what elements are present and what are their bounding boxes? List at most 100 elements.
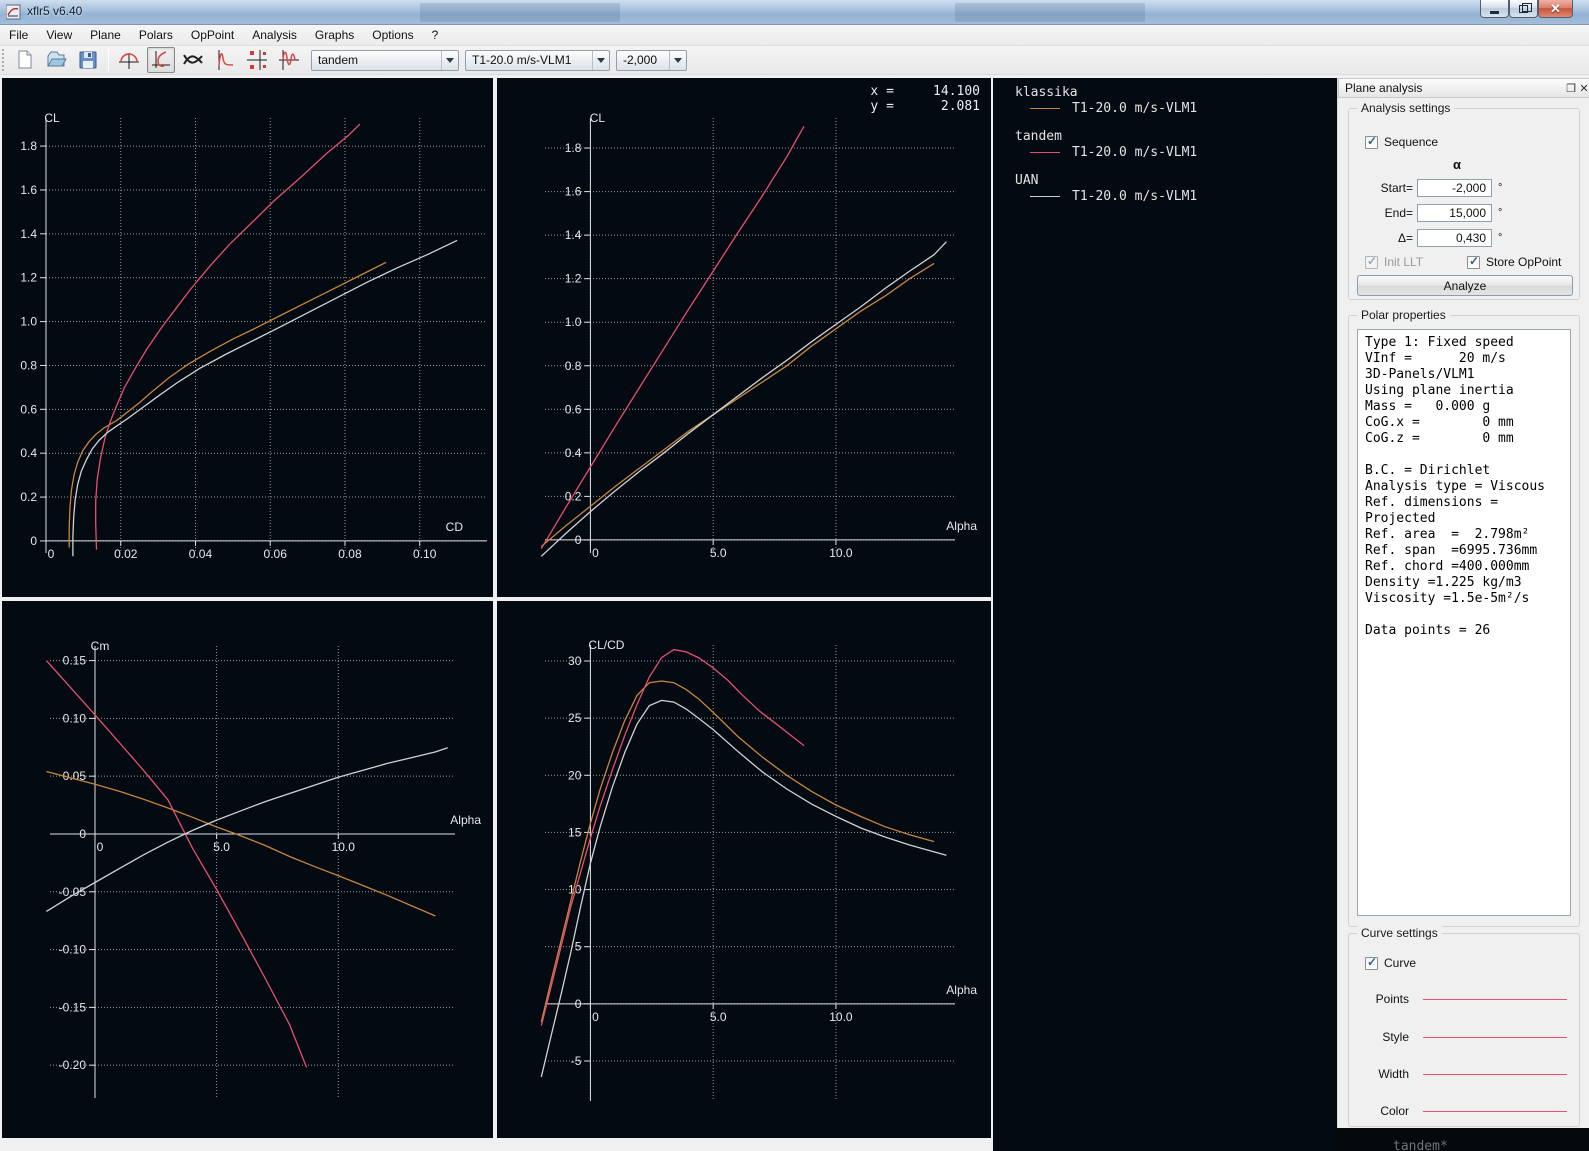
chart-canvas: 0.150.100.050-0.05-0.10-0.15-0.200 5.0 10.… — [45, 639, 481, 1098]
minimize-icon — [1490, 10, 1499, 14]
svg-text:1.6: 1.6 — [565, 185, 582, 199]
oppoint-select-value: -2,000 — [623, 53, 658, 67]
polar-legend: klassika T1-20.0 m/s-VLM1 tandem T1-20.0 m/… — [993, 78, 1337, 1151]
legend-polar-name: T1-20.0 m/s-VLM1 — [1072, 100, 1198, 116]
close-panel-icon[interactable]: ✕ — [1579, 82, 1589, 95]
minimize-button[interactable] — [1480, 0, 1509, 18]
new-file-button[interactable] — [10, 47, 38, 73]
svg-text:1.0: 1.0 — [20, 315, 37, 329]
svg-text:CL: CL — [590, 111, 606, 125]
points-style-row: Points — [1357, 991, 1567, 1007]
analysis-settings-title: Analysis settings — [1357, 101, 1455, 115]
line-color-picker[interactable] — [1423, 1110, 1567, 1112]
menu-item-analysis[interactable]: Analysis — [243, 26, 306, 44]
svg-text:0: 0 — [79, 827, 86, 841]
legend-entry-UAN: UAN T1-20.0 m/s-VLM1 — [993, 173, 1337, 204]
oppoint-select-combo[interactable]: -2,000 — [616, 49, 687, 71]
svg-text:0.08: 0.08 — [338, 547, 362, 561]
svg-text:5.0: 5.0 — [710, 546, 727, 560]
polar-view-icon — [152, 51, 170, 68]
legend-plane-name: klassika — [1015, 85, 1078, 100]
line-width-row: Width — [1357, 1066, 1567, 1082]
svg-text:15: 15 — [568, 825, 582, 839]
curve-settings-group: Curve settings Curve Points Style Width … — [1348, 926, 1580, 1127]
svg-text:-0.10: -0.10 — [59, 943, 87, 957]
chart-cl-vs-alpha[interactable]: x = 14.100 y = 2.081 0 0.2 0.4 0.6 0.8 1.0 1.2… — [497, 78, 991, 597]
menu-item-plane[interactable]: Plane — [81, 26, 130, 44]
menu-item-options[interactable]: Options — [363, 26, 422, 44]
polar-properties-text: Type 1: Fixed speed VInf = 20 m/s 3D-Pan… — [1365, 335, 1546, 638]
line-style-picker[interactable] — [1423, 1036, 1567, 1038]
titlebar-glass-reflection — [420, 3, 620, 22]
chart-cl-vs-cd[interactable]: 0 0.2 0.4 0.6 0.8 1.0 1.2 1.4 1.6 1.8 0 0.02 0.04 0.0… — [2, 78, 493, 597]
float-panel-icon[interactable]: ❐ — [1563, 82, 1579, 95]
svg-text:10.0: 10.0 — [829, 546, 853, 560]
oppoint-view-button[interactable] — [275, 47, 303, 73]
menu-item-help[interactable]: ? — [423, 26, 448, 44]
svg-text:0.04: 0.04 — [189, 547, 213, 561]
svg-text:Alpha: Alpha — [946, 983, 977, 997]
close-button[interactable]: ✕ — [1538, 0, 1573, 18]
chevron-down-icon — [669, 50, 686, 70]
direct-analysis-view-icon — [218, 50, 234, 70]
chart-cm-vs-alpha[interactable]: 0.15 0.10 0.05 0 -0.05 -0.10 -0.15 -0.20 0 5.0 10.… — [2, 601, 493, 1138]
start-field[interactable]: -2,000 — [1417, 179, 1492, 197]
legend-polar-name: T1-20.0 m/s-VLM1 — [1072, 144, 1198, 160]
svg-text:1.4: 1.4 — [565, 228, 582, 242]
chart-clcd-vs-alpha[interactable]: 30 25 20 15 10 5 0 -5 0 5.0 10.0 CL/CD Alpha — [497, 601, 991, 1138]
curve-UAN — [72, 239, 458, 557]
curve-UAN — [540, 699, 947, 1078]
maximize-button[interactable] — [1509, 0, 1538, 18]
open-file-button[interactable] — [42, 47, 70, 73]
svg-text:1.0: 1.0 — [565, 315, 582, 329]
titlebar: xflr5 v6.40 ✕ — [0, 0, 1589, 25]
svg-text:0: 0 — [97, 840, 104, 854]
line-width-picker[interactable] — [1423, 1073, 1567, 1075]
panel-header[interactable]: Plane analysis ❐ ✕ — [1338, 78, 1589, 98]
svg-text:0.10: 0.10 — [413, 547, 437, 561]
restore-icon — [1519, 2, 1532, 13]
store-oppoint-checkbox[interactable]: Store OpPoint — [1467, 254, 1561, 269]
curve-UAN — [540, 241, 947, 557]
menu-item-view[interactable]: View — [37, 26, 81, 44]
svg-text:20: 20 — [568, 768, 582, 782]
legend-plane-name: UAN — [1015, 173, 1039, 188]
svg-text:0.15: 0.15 — [63, 654, 87, 668]
current-plane-label: tandem* — [1393, 1139, 1448, 1151]
stability-view-button[interactable] — [243, 47, 271, 73]
wing-design-view-button[interactable] — [115, 47, 143, 73]
analyze-button[interactable]: Analyze — [1357, 275, 1573, 296]
save-file-button[interactable] — [74, 47, 102, 73]
svg-text:0.2: 0.2 — [20, 490, 37, 504]
plane-select-value: tandem — [318, 53, 359, 67]
svg-text:0.4: 0.4 — [20, 446, 37, 460]
stability-view-icon — [247, 50, 267, 70]
plane-analysis-panel: Plane analysis ❐ ✕ Analysis settings Seq… — [1337, 78, 1589, 1151]
svg-text:1.4: 1.4 — [20, 227, 37, 241]
svg-text:1.8: 1.8 — [20, 139, 37, 153]
plane-select-combo[interactable]: tandem — [311, 49, 459, 71]
inverse-design-view-button[interactable] — [179, 47, 207, 73]
points-style-picker[interactable] — [1423, 998, 1567, 1000]
end-field[interactable]: 15,000 — [1417, 204, 1492, 222]
curve-klassika — [46, 770, 436, 917]
curve-checkbox[interactable]: Curve — [1365, 955, 1416, 970]
direct-analysis-view-button[interactable] — [211, 47, 239, 73]
polar-properties-box[interactable]: Type 1: Fixed speed VInf = 20 m/s 3D-Pan… — [1357, 329, 1571, 916]
svg-text:5.0: 5.0 — [710, 1010, 727, 1024]
menu-item-oppoint[interactable]: OpPoint — [182, 26, 243, 44]
chart-canvas: 00.20.40.60.81.01.21.41.61.80 5.0 10.0CLAl… — [540, 111, 977, 560]
menu-item-file[interactable]: File — [0, 26, 37, 44]
polar-select-combo[interactable]: T1-20.0 m/s-VLM1 — [465, 49, 610, 71]
curve-klassika — [540, 680, 935, 1023]
chart-canvas: 302520151050-50 5.0 10.0CL/CDAlpha — [540, 638, 977, 1101]
polar-properties-group: Polar properties Type 1: Fixed speed VIn… — [1348, 308, 1580, 927]
menu-item-graphs[interactable]: Graphs — [306, 26, 363, 44]
menu-item-polars[interactable]: Polars — [130, 26, 182, 44]
sequence-checkbox[interactable]: Sequence — [1365, 134, 1438, 149]
delta-field[interactable]: 0,430 — [1417, 229, 1492, 247]
window-title: xflr5 v6.40 — [27, 4, 83, 18]
polar-view-button[interactable] — [147, 47, 175, 73]
end-row: End= 15,000 ° — [1384, 204, 1503, 222]
svg-text:10.0: 10.0 — [829, 1010, 853, 1024]
